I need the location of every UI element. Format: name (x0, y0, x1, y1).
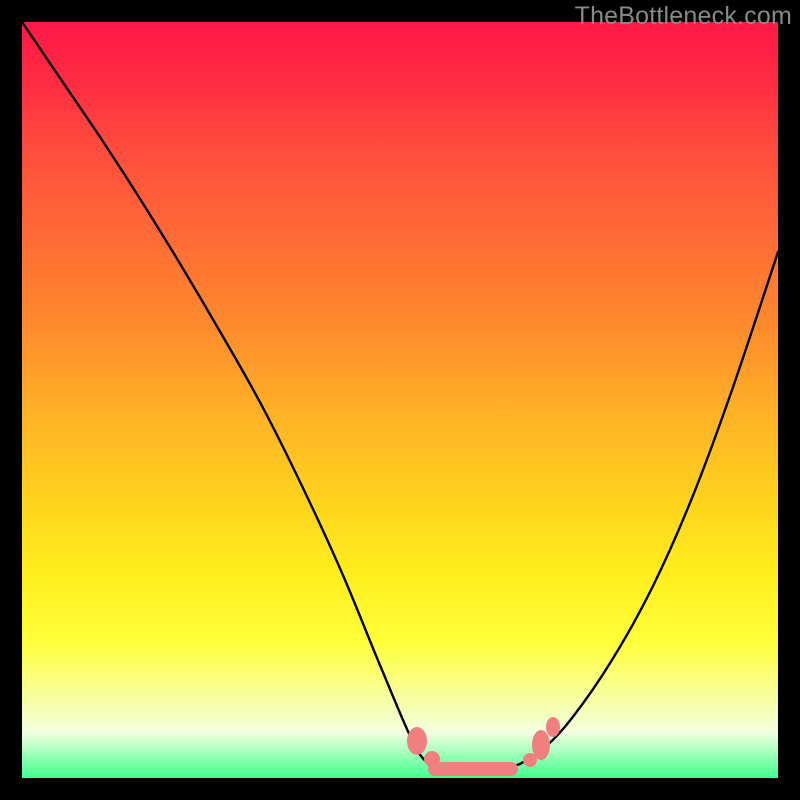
curve-left (22, 22, 434, 766)
marker (546, 717, 560, 737)
chart-overlay (22, 22, 778, 778)
chart-markers (407, 717, 560, 776)
marker (428, 762, 518, 776)
chart-lines (22, 22, 778, 771)
marker (407, 727, 427, 755)
marker (532, 730, 550, 760)
watermark-text: TheBottleneck.com (575, 2, 792, 31)
curve-right (520, 252, 778, 764)
chart-frame: TheBottleneck.com (0, 0, 800, 800)
chart-plot-area (22, 22, 778, 778)
